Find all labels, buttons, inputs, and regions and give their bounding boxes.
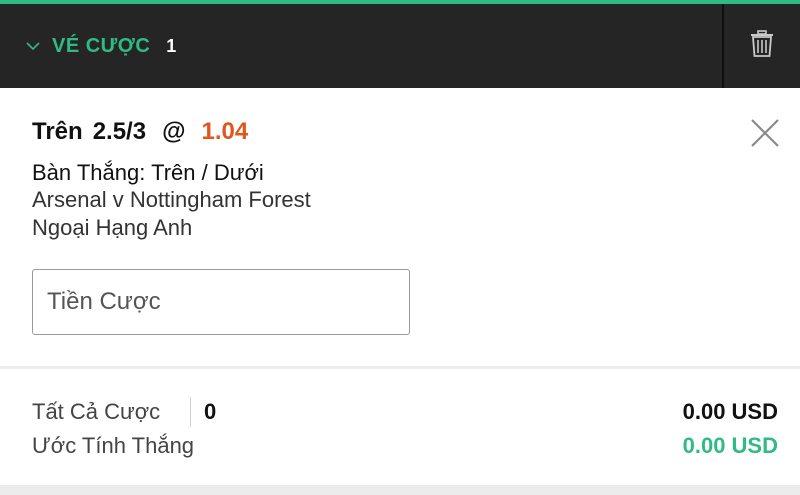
bottom-strip [0,485,800,495]
betslip-summary: Tất Cả Cược 0 0.00 USD Ước Tính Thắng 0.… [0,369,800,485]
remove-bet-button[interactable] [748,116,782,150]
total-bets-count: 0 [204,399,217,424]
estimated-win-label: Ước Tính Thắng [32,433,195,458]
estimated-win-amount: 0.00 USD [682,433,778,458]
total-bets-label: Tất Cả Cược [32,399,161,424]
betslip-header: VÉ CƯỢC 1 [0,4,800,88]
stake-input[interactable] [32,269,410,335]
bet-selection: Trên 2.5/3 @ 1.04 [32,118,248,146]
betslip-title: VÉ CƯỢC [52,34,151,57]
total-divider [190,397,191,427]
selection-line: 2.5/3 [92,118,147,145]
bet-item: Trên 2.5/3 @ 1.04 Bàn Thắng: Trên / Dưới… [0,88,800,366]
close-icon[interactable] [748,119,782,154]
market-name: Bàn Thắng: Trên / Dưới [32,160,264,185]
at-symbol: @ [162,118,186,145]
selection-name: Trên [32,118,83,145]
event-name: Arsenal v Nottingham Forest [32,187,311,212]
clear-betslip-button[interactable] [724,4,800,88]
trash-icon[interactable] [750,29,774,63]
betslip-count: 1 [166,35,177,56]
odds-value: 1.04 [201,118,249,145]
total-stake-amount: 0.00 USD [682,399,778,424]
betslip-toggle[interactable]: VÉ CƯỢC 1 [0,4,722,88]
chevron-down-icon[interactable] [26,39,40,53]
league-name: Ngoại Hạng Anh [32,215,193,240]
